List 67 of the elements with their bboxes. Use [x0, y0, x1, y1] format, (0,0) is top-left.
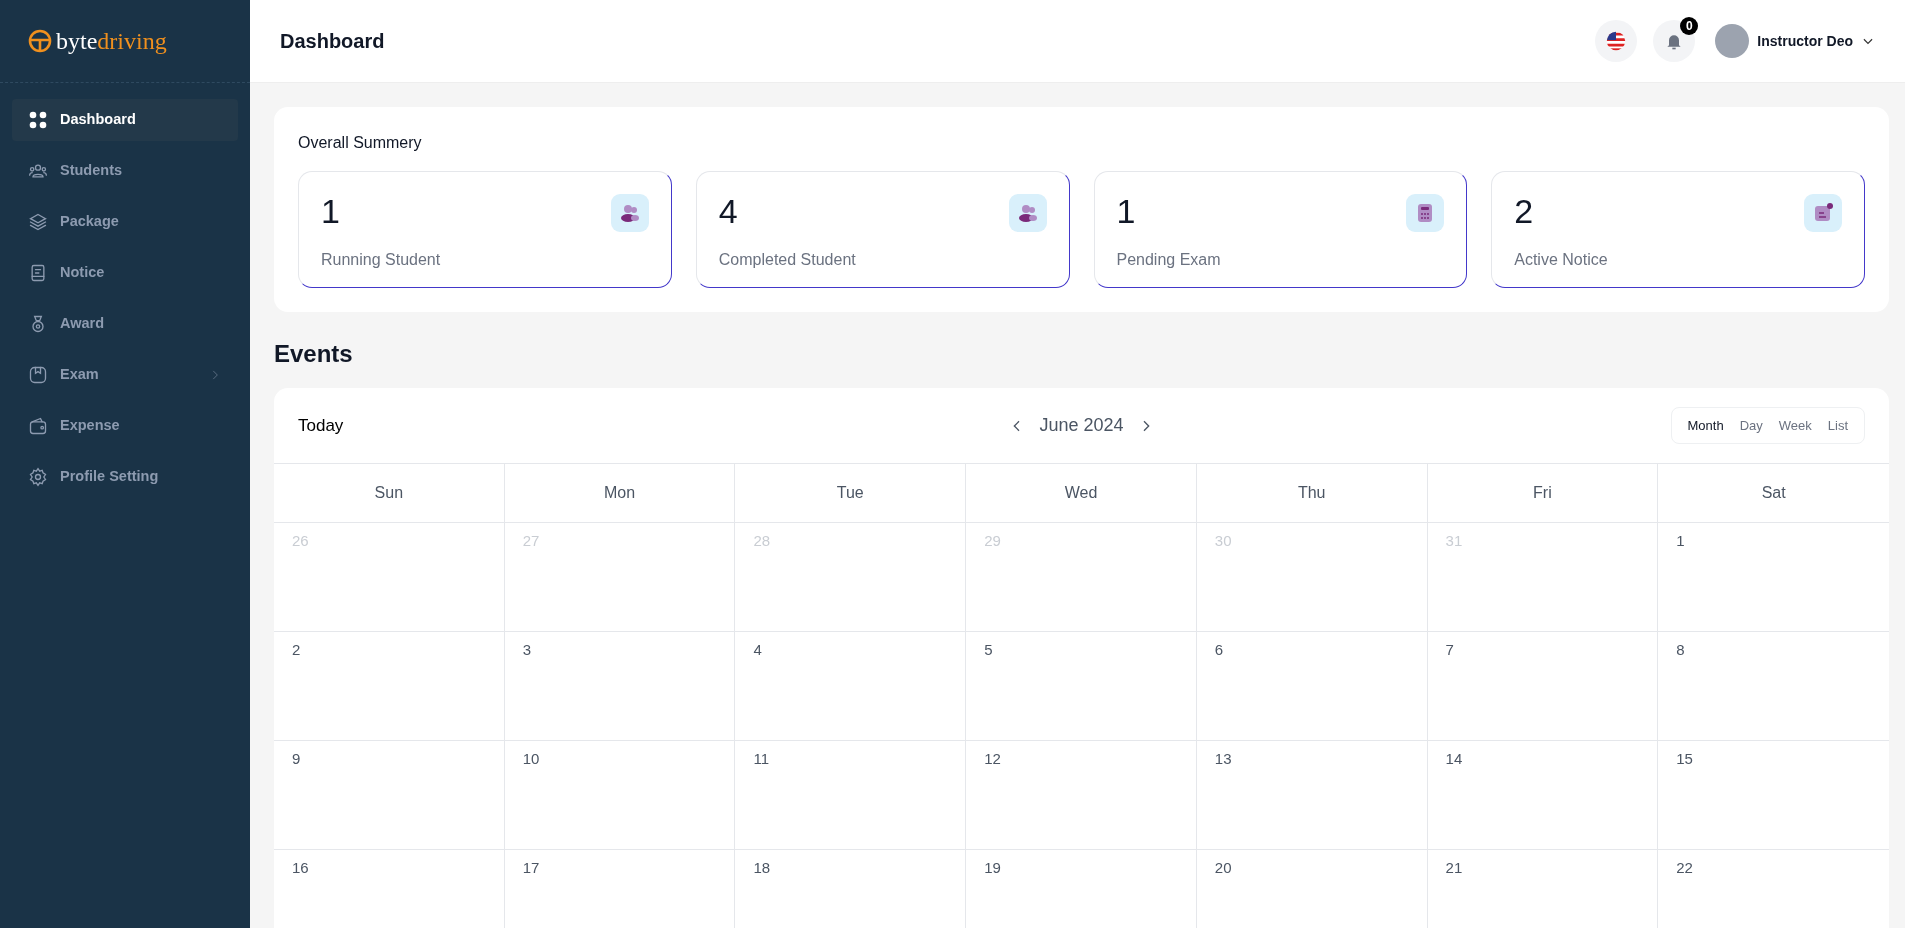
day-number: 13 [1214, 750, 1232, 767]
day-number: 2 [292, 641, 301, 658]
flag-icon [1605, 30, 1628, 52]
view-tab[interactable]: Day [1731, 411, 1771, 440]
settings-icon [28, 467, 48, 487]
stat-value: 1 [1116, 194, 1136, 228]
view-tab[interactable]: List [1819, 411, 1856, 440]
sidebar-item[interactable]: Profile Setting [12, 456, 238, 498]
weekday-header: Tue [735, 463, 967, 522]
sidebar-item[interactable]: Students [12, 150, 238, 192]
weekday-header: Sat [1658, 463, 1889, 522]
notifications-button[interactable]: 0 [1653, 20, 1696, 62]
view-tab[interactable]: Month [1679, 411, 1732, 440]
day-number: 7 [1445, 641, 1454, 658]
day-number: 16 [292, 859, 309, 876]
weekday-header: Thu [1196, 463, 1428, 522]
logo-text: bytedriving [56, 27, 167, 56]
day-number: 1 [1676, 532, 1685, 549]
day-number: 18 [753, 859, 771, 876]
day-number: 3 [522, 641, 532, 658]
day-number: 4 [753, 641, 762, 658]
sidebar-item[interactable]: Award [12, 303, 238, 345]
day-number: 19 [984, 859, 1001, 876]
day-number: 5 [984, 641, 993, 658]
stat-value: 4 [718, 194, 738, 228]
weekday-header: Wed [966, 463, 1197, 522]
language-button[interactable] [1595, 20, 1638, 62]
sidebar-item[interactable]: Package [12, 201, 238, 243]
day-number: 11 [753, 750, 769, 767]
stat-value: 1 [321, 194, 340, 228]
today-button[interactable]: Today [298, 412, 344, 439]
wallet-icon [28, 416, 48, 436]
stat-value: 2 [1514, 194, 1534, 228]
day-number: 20 [1214, 859, 1232, 876]
page-title: Dashboard [280, 29, 385, 54]
stat-label: Completed Student [718, 250, 857, 270]
sidebar-item[interactable]: Dashboard [12, 99, 238, 141]
stat-label: Active Notice [1514, 250, 1609, 270]
avatar [1715, 24, 1750, 58]
weekday-header: Fri [1427, 463, 1659, 522]
grid-icon [28, 110, 48, 130]
day-number: 17 [522, 859, 540, 876]
notification-count: 0 [1680, 17, 1699, 35]
day-number: 15 [1676, 750, 1693, 767]
day-number: 9 [292, 750, 301, 767]
sidebar-item[interactable]: Exam [12, 354, 238, 396]
stat-label: Pending Exam [1116, 250, 1222, 270]
day-number: 10 [522, 750, 540, 767]
bookmark-icon [28, 365, 48, 385]
day-number: 22 [1676, 859, 1693, 876]
stat-label: Running Student [321, 250, 442, 270]
view-tab[interactable]: Week [1770, 411, 1820, 440]
section-heading: Events [274, 339, 354, 369]
sidebar-item[interactable]: Notice [12, 252, 238, 294]
day-number: 8 [1676, 641, 1685, 658]
day-number: 14 [1445, 750, 1463, 767]
day-number: 6 [1214, 641, 1224, 658]
user-name: Instructor Deo [1757, 31, 1853, 51]
weekday-header: Mon [504, 463, 736, 522]
sidebar-item[interactable]: Expense [12, 405, 238, 447]
weekday-header: Sun [274, 463, 505, 522]
day-number: 12 [984, 750, 1001, 767]
month-title: June 2024 [1039, 414, 1124, 437]
section-title: Overall Summery [298, 133, 423, 153]
steering-wheel-icon [28, 29, 52, 53]
day-number: 21 [1445, 859, 1463, 876]
layers-icon [28, 212, 48, 232]
